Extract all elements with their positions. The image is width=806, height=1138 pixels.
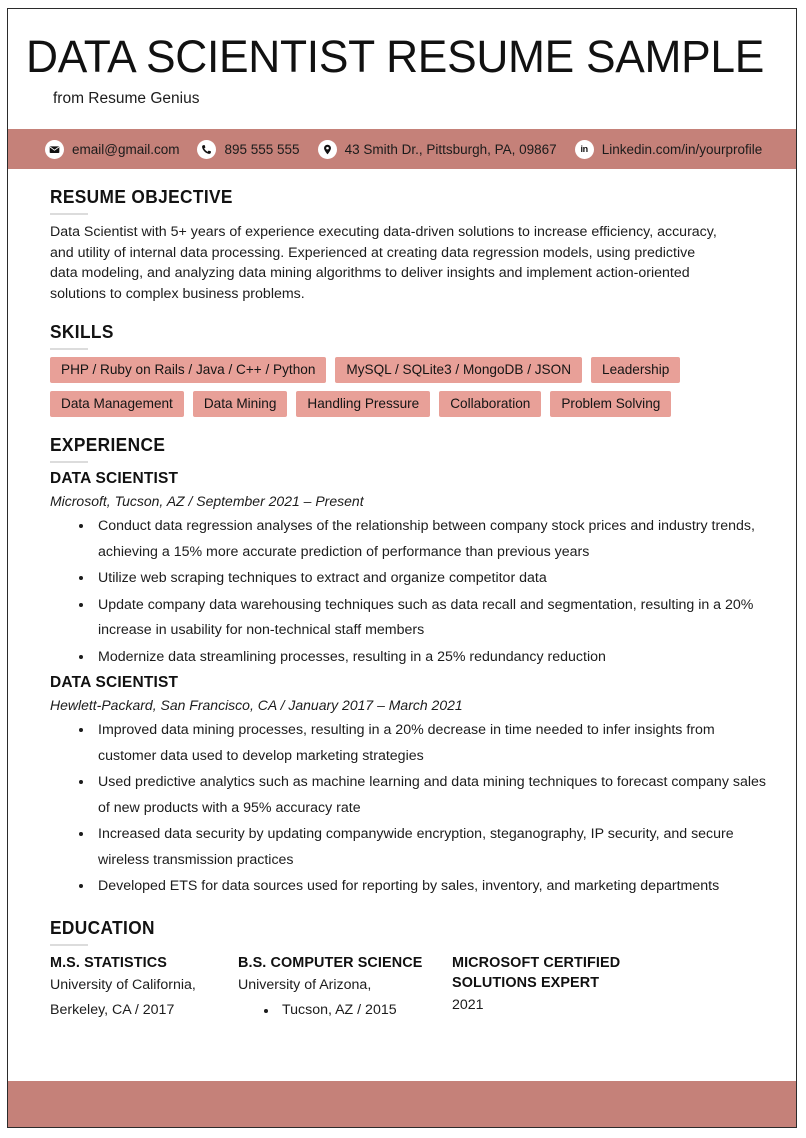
education-columns: M.S. STATISTICS University of California… (50, 953, 766, 1023)
job-meta: Hewlett-Packard, San Francisco, CA / Jan… (50, 697, 463, 714)
section-divider (50, 348, 88, 351)
page-subtitle: from Resume Genius (53, 90, 200, 107)
experience-entry: DATA SCIENTIST Hewlett-Packard, San Fran… (50, 674, 766, 900)
skill-tag: Data Mining (192, 391, 288, 418)
education-detail: University of California, (50, 976, 196, 993)
contact-bar: email@gmail.com 895 555 555 43 Smith Dr.… (8, 129, 796, 169)
contact-address-text: 43 Smith Dr., Pittsburgh, PA, 09867 (344, 141, 557, 157)
contact-item-email[interactable]: email@gmail.com (45, 139, 180, 159)
section-heading-education: EDUCATION (50, 917, 155, 938)
skill-tag: Handling Pressure (296, 391, 431, 418)
education-entry: B.S. COMPUTER SCIENCE University of Ariz… (238, 953, 452, 1023)
section-education: EDUCATION M.S. STATISTICS University of … (50, 918, 766, 1023)
education-bullet-list: Tucson, AZ / 2015 (238, 998, 452, 1023)
skill-tag: Collaboration (439, 391, 542, 418)
section-heading-skills: SKILLS (50, 322, 114, 343)
linkedin-icon: in (574, 139, 594, 159)
education-detail: University of Arizona, (238, 976, 372, 993)
skill-tag: Problem Solving (550, 391, 672, 418)
contact-email-text: email@gmail.com (72, 141, 180, 157)
resume-header: DATA SCIENTIST RESUME SAMPLE from Resume… (8, 9, 796, 108)
map-pin-icon (317, 139, 337, 159)
job-bullet-list: Conduct data regression analyses of the … (50, 513, 766, 670)
education-degree: MICROSOFT CERTIFIED SOLUTIONS EXPERT (452, 954, 621, 991)
contact-item-phone[interactable]: 895 555 555 (197, 139, 300, 159)
job-bullet: Used predictive analytics such as machin… (94, 769, 766, 821)
page-title: DATA SCIENTIST RESUME SAMPLE (26, 31, 765, 82)
section-resume-objective: RESUME OBJECTIVE Data Scientist with 5+ … (50, 187, 766, 304)
job-bullet: Conduct data regression analyses of the … (94, 513, 766, 565)
contact-item-linkedin[interactable]: in Linkedin.com/in/yourprofile (574, 139, 763, 159)
objective-paragraph: Data Scientist with 5+ years of experien… (50, 224, 717, 302)
education-detail: 2021 (452, 996, 484, 1013)
job-bullet-list: Improved data mining processes, resultin… (50, 717, 766, 900)
education-degree: M.S. STATISTICS (50, 954, 167, 971)
skill-tag: Leadership (591, 357, 681, 384)
job-bullet: Improved data mining processes, resultin… (94, 717, 766, 769)
job-title: DATA SCIENTIST (50, 674, 179, 692)
section-divider (50, 943, 88, 946)
contact-item-address[interactable]: 43 Smith Dr., Pittsburgh, PA, 09867 (317, 139, 557, 159)
job-bullet: Increased data security by updating comp… (94, 821, 766, 873)
skill-tag: Data Management (50, 391, 184, 418)
job-bullet: Update company data warehousing techniqu… (94, 592, 766, 644)
section-experience: EXPERIENCE DATA SCIENTIST Microsoft, Tuc… (50, 435, 766, 900)
education-degree: B.S. COMPUTER SCIENCE (238, 954, 423, 971)
job-bullet: Utilize web scraping techniques to extra… (94, 565, 766, 592)
skills-row: Data Management Data Mining Handling Pre… (50, 391, 766, 418)
education-entry: MICROSOFT CERTIFIED SOLUTIONS EXPERT 202… (452, 953, 702, 1023)
job-bullet: Modernize data streamlining processes, r… (94, 644, 766, 671)
resume-page: DATA SCIENTIST RESUME SAMPLE from Resume… (7, 8, 797, 1128)
contact-phone-text: 895 555 555 (224, 141, 300, 157)
education-bullet: Tucson, AZ / 2015 (278, 998, 452, 1023)
skill-tag: MySQL / SQLite3 / MongoDB / JSON (335, 357, 583, 384)
skills-row: PHP / Ruby on Rails / Java / C++ / Pytho… (50, 357, 766, 384)
section-heading-objective: RESUME OBJECTIVE (50, 187, 233, 207)
education-entry: M.S. STATISTICS University of California… (50, 953, 238, 1023)
skills-list: PHP / Ruby on Rails / Java / C++ / Pytho… (50, 357, 766, 418)
envelope-icon (45, 139, 64, 159)
experience-entry: DATA SCIENTIST Microsoft, Tucson, AZ / S… (50, 470, 766, 670)
section-divider (50, 461, 88, 464)
section-heading-experience: EXPERIENCE (50, 435, 166, 456)
footer-bar (8, 1081, 796, 1127)
phone-icon (197, 139, 217, 159)
job-bullet: Developed ETS for data sources used for … (94, 873, 766, 900)
job-title: DATA SCIENTIST (50, 470, 179, 488)
section-divider (50, 213, 88, 215)
contact-linkedin-text: Linkedin.com/in/yourprofile (601, 141, 763, 157)
skill-tag: PHP / Ruby on Rails / Java / C++ / Pytho… (50, 357, 327, 384)
job-meta: Microsoft, Tucson, AZ / September 2021 –… (50, 493, 364, 510)
section-skills: SKILLS PHP / Ruby on Rails / Java / C++ … (50, 322, 766, 418)
education-detail: Berkeley, CA / 2017 (50, 1001, 175, 1018)
